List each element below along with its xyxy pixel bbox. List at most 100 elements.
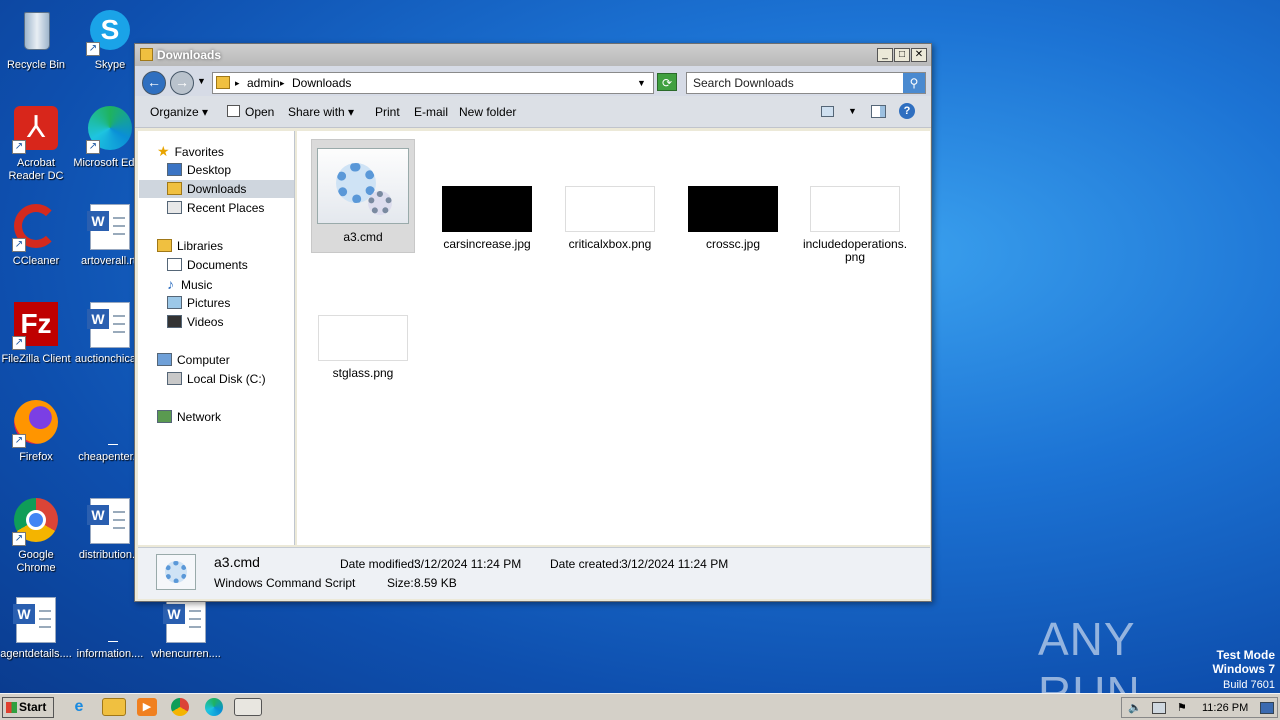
nav-desktop[interactable]: Desktop bbox=[167, 161, 231, 179]
navigation-pane: ★ Favorites Desktop Downloads Recent Plac… bbox=[138, 131, 295, 545]
breadcrumb-downloads[interactable]: Downloads bbox=[292, 76, 351, 90]
print-button[interactable]: Print bbox=[375, 105, 400, 119]
ie-icon[interactable]: e bbox=[69, 698, 89, 716]
desktop-icon-agentdetails[interactable]: W agentdetails.... bbox=[0, 597, 74, 661]
back-button[interactable]: ← bbox=[142, 71, 166, 95]
desktop-icon-information[interactable]: information.... bbox=[72, 597, 148, 661]
view-dropdown-icon[interactable]: ▼ bbox=[848, 106, 857, 116]
file-name: a3.cmd bbox=[343, 230, 383, 244]
desktop-icon bbox=[167, 163, 182, 176]
desktop-icon-chrome[interactable]: ↗ Google Chrome bbox=[0, 498, 74, 575]
nav-downloads[interactable]: Downloads bbox=[139, 180, 294, 198]
chrome-taskbar-icon[interactable] bbox=[171, 698, 189, 716]
file-item[interactable]: stglass.png bbox=[311, 315, 415, 380]
file-item[interactable]: crossc.jpg bbox=[681, 186, 785, 251]
network-icon bbox=[157, 410, 172, 423]
music-icon: ♪ bbox=[167, 276, 174, 292]
address-bar[interactable]: ▸ admin ▸ Downloads ▼ bbox=[212, 72, 654, 94]
date-modified-value: 3/12/2024 11:24 PM bbox=[414, 557, 522, 571]
help-icon[interactable]: ? bbox=[899, 103, 915, 119]
nav-videos[interactable]: Videos bbox=[167, 313, 223, 331]
details-pane: a3.cmd Windows Command Script Date modif… bbox=[138, 547, 930, 599]
system-tray: 🔈 ⚑ 11:26 PM bbox=[1121, 697, 1278, 718]
breadcrumb-admin[interactable]: admin bbox=[247, 76, 280, 90]
breadcrumb-arrow-icon[interactable]: ▸ bbox=[235, 78, 240, 89]
nav-documents[interactable]: Documents bbox=[167, 256, 248, 274]
desktop-icon-acrobat[interactable]: ⅄ ↗ Acrobat Reader DC bbox=[0, 106, 74, 183]
maximize-button[interactable]: □ bbox=[894, 48, 910, 62]
firefox-icon: ↗ bbox=[12, 400, 60, 448]
ccleaner-icon: ↗ bbox=[12, 204, 60, 252]
nav-computer[interactable]: Computer bbox=[157, 351, 230, 369]
acrobat-icon: ⅄ ↗ bbox=[12, 106, 60, 154]
desktop-icon-recycle-bin[interactable]: Recycle Bin bbox=[0, 8, 74, 72]
nav-recent-places[interactable]: Recent Places bbox=[167, 199, 264, 217]
file-list: a3.cmd carsincrease.jpg criticalxbox.png… bbox=[297, 131, 930, 545]
view-options-icon[interactable] bbox=[821, 106, 834, 117]
minimize-button[interactable]: _ bbox=[877, 48, 893, 62]
network-tray-icon[interactable] bbox=[1152, 702, 1166, 714]
email-button[interactable]: E-mail bbox=[414, 105, 448, 119]
word-document-icon: W bbox=[86, 498, 134, 546]
media-player-icon[interactable]: ▶ bbox=[137, 698, 157, 716]
start-button[interactable]: Start bbox=[2, 697, 54, 718]
edge-icon: ↗ bbox=[86, 106, 134, 154]
show-desktop-icon[interactable] bbox=[1260, 702, 1274, 714]
gear-icon bbox=[317, 148, 409, 224]
build-text: Build 7601 bbox=[1223, 679, 1275, 691]
preview-pane-icon[interactable] bbox=[871, 105, 886, 118]
share-with-button[interactable]: Share with ▾ bbox=[288, 105, 354, 119]
documents-icon bbox=[167, 258, 182, 271]
nav-pictures[interactable]: Pictures bbox=[167, 294, 230, 312]
nav-libraries[interactable]: Libraries bbox=[157, 237, 223, 255]
downloads-window-taskbar-button[interactable] bbox=[234, 698, 262, 716]
nav-music[interactable]: ♪ Music bbox=[167, 275, 212, 293]
word-document-icon: W bbox=[86, 302, 134, 350]
recycle-bin-icon bbox=[12, 8, 60, 56]
word-document-icon: W bbox=[12, 597, 60, 645]
nav-network[interactable]: Network bbox=[157, 408, 221, 426]
desktop-icon-firefox[interactable]: ↗ Firefox bbox=[0, 400, 74, 464]
file-item[interactable]: criticalxbox.png bbox=[558, 186, 662, 251]
open-button[interactable]: Open bbox=[245, 105, 274, 119]
windows-version-text: Windows 7 bbox=[1212, 662, 1275, 676]
date-created-label: Date created: bbox=[550, 557, 623, 571]
chrome-icon: ↗ bbox=[12, 498, 60, 546]
file-name: criticalxbox.png bbox=[568, 237, 652, 251]
date-modified-label: Date modified: bbox=[340, 557, 418, 571]
action-center-icon[interactable]: ⚑ bbox=[1177, 701, 1187, 714]
volume-icon[interactable]: 🔈 bbox=[1128, 701, 1142, 714]
file-item[interactable]: includedoperations.png bbox=[802, 186, 908, 264]
nav-favorites[interactable]: ★ Favorites bbox=[157, 142, 224, 160]
date-created-value: 3/12/2024 11:24 PM bbox=[621, 557, 729, 571]
blank-document-icon bbox=[86, 400, 134, 448]
address-dropdown-icon[interactable]: ▼ bbox=[637, 78, 646, 88]
skype-icon: S ↗ bbox=[86, 8, 134, 56]
downloads-folder-icon bbox=[167, 182, 182, 195]
new-folder-button[interactable]: New folder bbox=[459, 105, 516, 119]
edge-taskbar-icon[interactable] bbox=[205, 698, 223, 716]
file-item[interactable]: carsincrease.jpg bbox=[435, 186, 539, 251]
clock[interactable]: 11:26 PM bbox=[1202, 702, 1248, 714]
breadcrumb-arrow-icon[interactable]: ▸ bbox=[280, 78, 285, 89]
desktop-icon-whencurren[interactable]: W whencurren.... bbox=[148, 597, 224, 661]
file-item[interactable]: a3.cmd bbox=[311, 139, 415, 253]
pictures-icon bbox=[167, 296, 182, 309]
history-dropdown-icon[interactable]: ▼ bbox=[197, 76, 206, 86]
search-placeholder: Search Downloads bbox=[693, 76, 794, 90]
refresh-button[interactable]: ⟳ bbox=[657, 73, 677, 91]
nav-local-disk[interactable]: Local Disk (C:) bbox=[167, 370, 266, 388]
title-bar[interactable]: Downloads _ □ ✕ bbox=[135, 44, 931, 66]
image-thumbnail bbox=[688, 186, 778, 232]
word-document-icon: W bbox=[162, 597, 210, 645]
organize-button[interactable]: Organize ▾ bbox=[150, 105, 208, 119]
search-icon[interactable]: ⚲ bbox=[903, 73, 925, 93]
desktop-icon-ccleaner[interactable]: ↗ CCleaner bbox=[0, 204, 74, 268]
desktop-icon-filezilla[interactable]: Fz ↗ FileZilla Client bbox=[0, 302, 74, 366]
size-value: 8.59 KB bbox=[414, 576, 457, 590]
search-input[interactable]: Search Downloads ⚲ bbox=[686, 72, 926, 94]
forward-button[interactable]: → bbox=[170, 71, 194, 95]
close-button[interactable]: ✕ bbox=[911, 48, 927, 62]
image-thumbnail bbox=[442, 186, 532, 232]
explorer-taskbar-icon[interactable] bbox=[102, 698, 126, 716]
